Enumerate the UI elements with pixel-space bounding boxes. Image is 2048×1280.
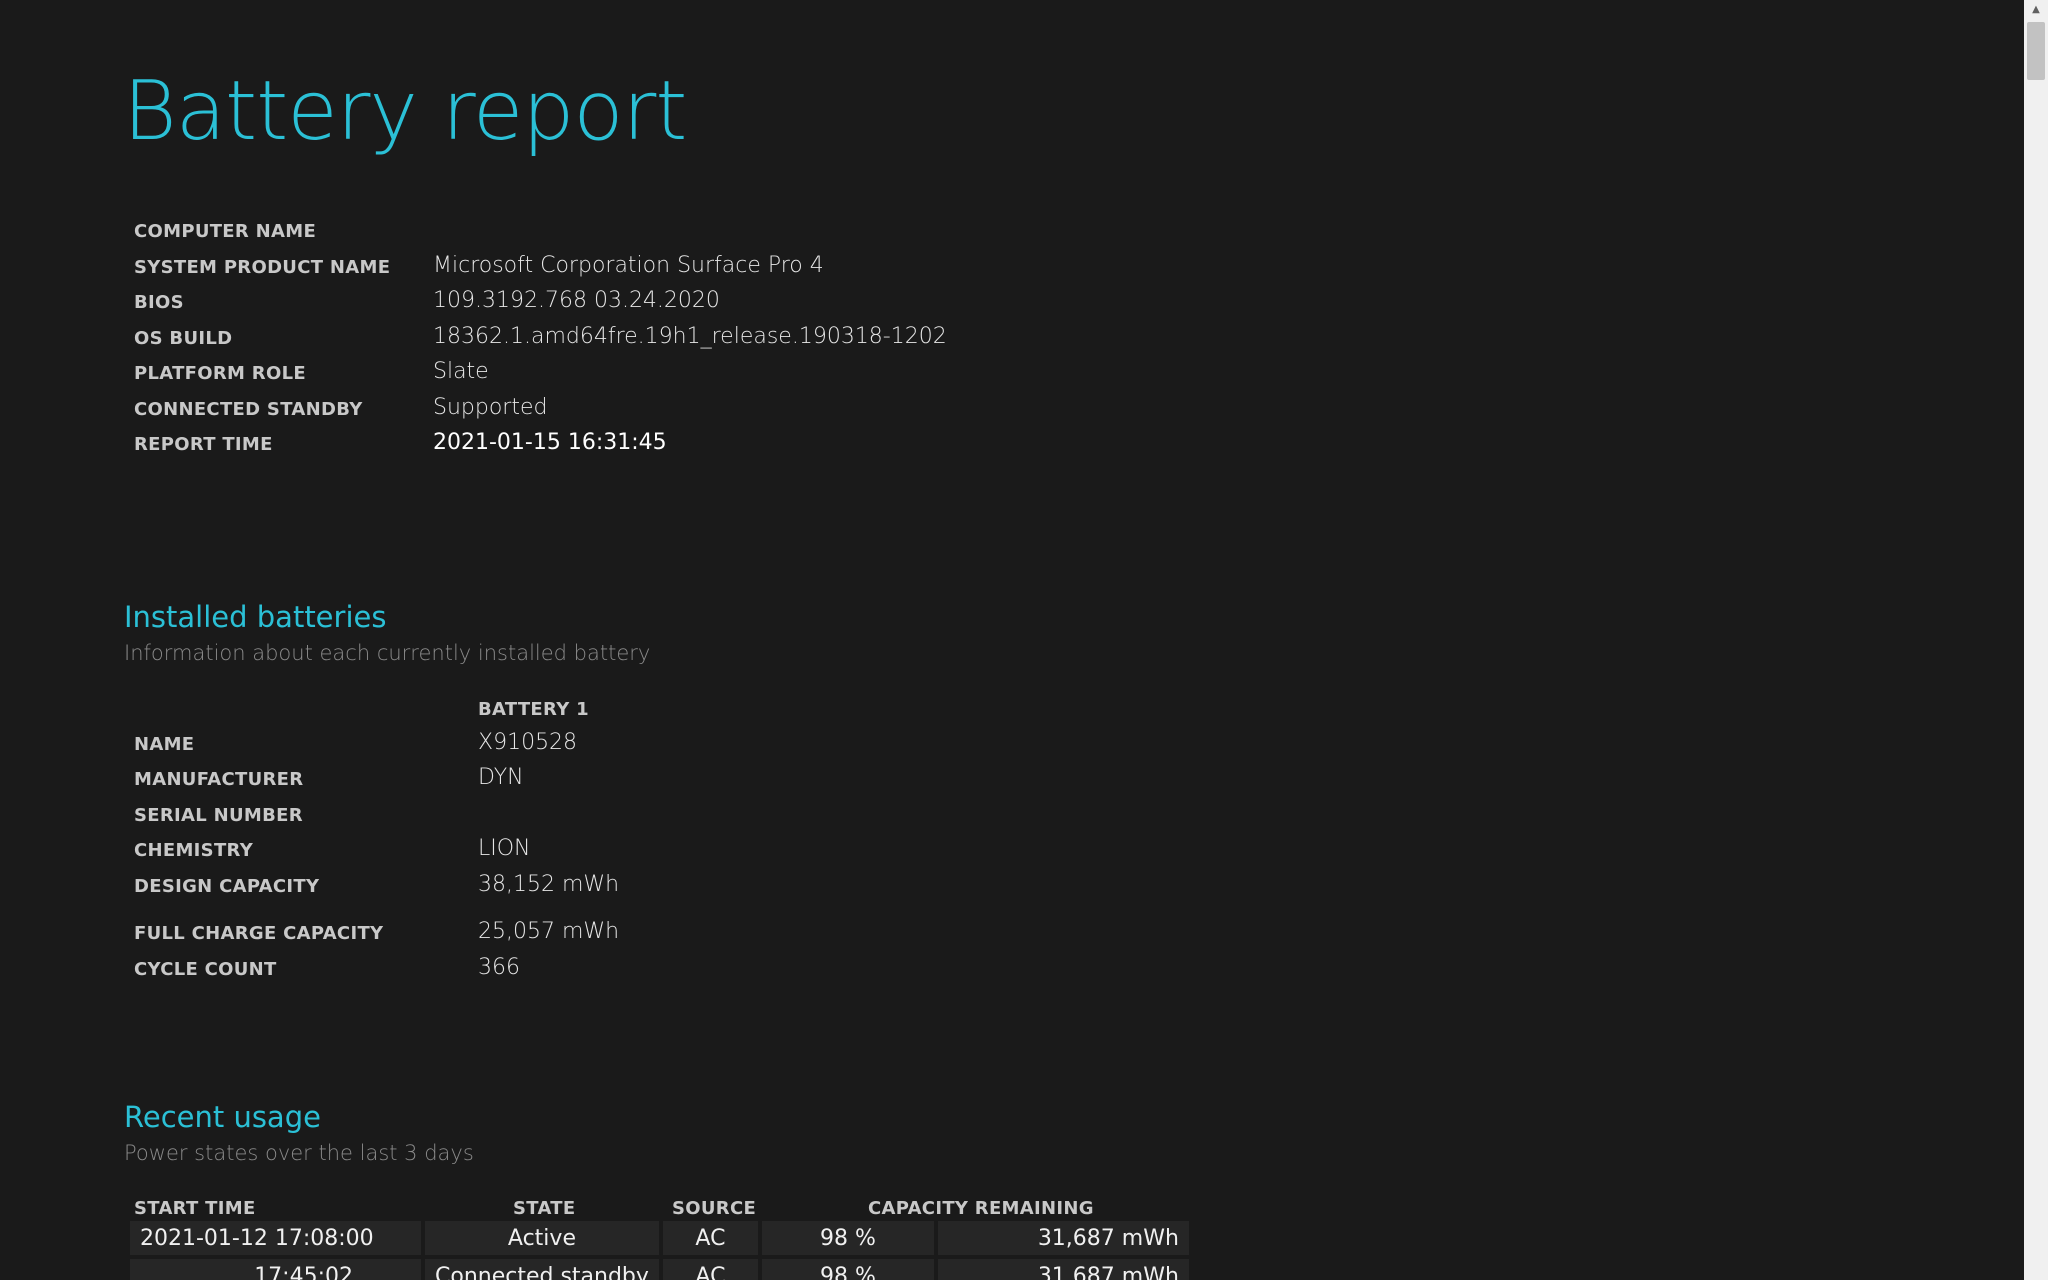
design-capacity-value: 38,152 mWh [478,872,620,897]
connected-standby-label: CONNECTED STANDBY [134,399,363,420]
system-product-name-value: Microsoft Corporation Surface Pro 4 [433,253,824,278]
platform-role-label: PLATFORM ROLE [134,363,306,384]
battery-1-column-header: BATTERY 1 [478,699,589,720]
report-time-label: REPORT TIME [134,434,273,455]
serial-number-label: SERIAL NUMBER [134,805,303,826]
cycle-count-value: 366 [478,955,520,980]
bios-value: 109.3192.768 03.24.2020 [433,288,720,313]
chemistry-label: CHEMISTRY [134,840,254,861]
design-capacity-label: DESIGN CAPACITY [134,876,320,897]
cycle-count-label: CYCLE COUNT [134,959,277,980]
capacity-percent-cell: 98 % [761,1255,934,1280]
bios-label: BIOS [134,292,184,313]
table-row: 2021-01-12 17:08:00 Active AC 98 % 31,68… [130,1221,1189,1255]
source-header: SOURCE [672,1198,757,1219]
scroll-up-arrow-icon[interactable]: ▲ [2024,0,2048,20]
recent-usage-table: 2021-01-12 17:08:00 Active AC 98 % 31,68… [126,1221,1193,1280]
vertical-scrollbar[interactable]: ▲ [2024,0,2048,1280]
battery-report-page: Battery report COMPUTER NAME SYSTEM PROD… [0,0,2024,1280]
state-header: STATE [513,1198,576,1219]
computer-name-label: COMPUTER NAME [134,221,317,242]
installed-batteries-subtitle: Information about each currently install… [124,641,651,665]
battery-name-value: X910528 [478,730,578,755]
source-cell: AC [662,1221,758,1255]
platform-role-value: Slate [433,359,489,384]
capacity-mwh-cell: 31,687 mWh [937,1255,1189,1280]
capacity-mwh-cell: 31,687 mWh [937,1221,1189,1255]
start-time-cell: 2021-01-12 17:08:00 [130,1221,421,1255]
capacity-percent-cell: 98 % [761,1221,934,1255]
start-time-header: START TIME [134,1198,256,1219]
os-build-label: OS BUILD [134,328,233,349]
system-product-name-label: SYSTEM PRODUCT NAME [134,257,391,278]
source-cell: AC [662,1255,758,1280]
recent-usage-subtitle: Power states over the last 3 days [124,1141,474,1165]
recent-usage-title: Recent usage [124,1100,321,1134]
connected-standby-value: Supported [433,395,548,420]
full-charge-capacity-label: FULL CHARGE CAPACITY [134,923,384,944]
report-time-value: 2021-01-15 16:31:45 [433,430,667,455]
report-title: Battery report [123,64,687,159]
battery-name-label: NAME [134,734,195,755]
full-charge-capacity-value: 25,057 mWh [478,919,620,944]
manufacturer-label: MANUFACTURER [134,769,304,790]
capacity-remaining-header: CAPACITY REMAINING [868,1198,1094,1219]
table-row: 17:45:02 Connected standby AC 98 % 31,68… [130,1255,1189,1280]
os-build-value: 18362.1.amd64fre.19h1_release.190318-120… [433,324,947,349]
state-cell: Active [425,1221,659,1255]
start-time-cell: 17:45:02 [130,1255,421,1280]
chemistry-value: LION [478,836,531,861]
manufacturer-value: DYN [478,765,524,790]
installed-batteries-title: Installed batteries [124,600,387,634]
state-cell: Connected standby [425,1255,659,1280]
scrollbar-thumb[interactable] [2027,22,2045,80]
